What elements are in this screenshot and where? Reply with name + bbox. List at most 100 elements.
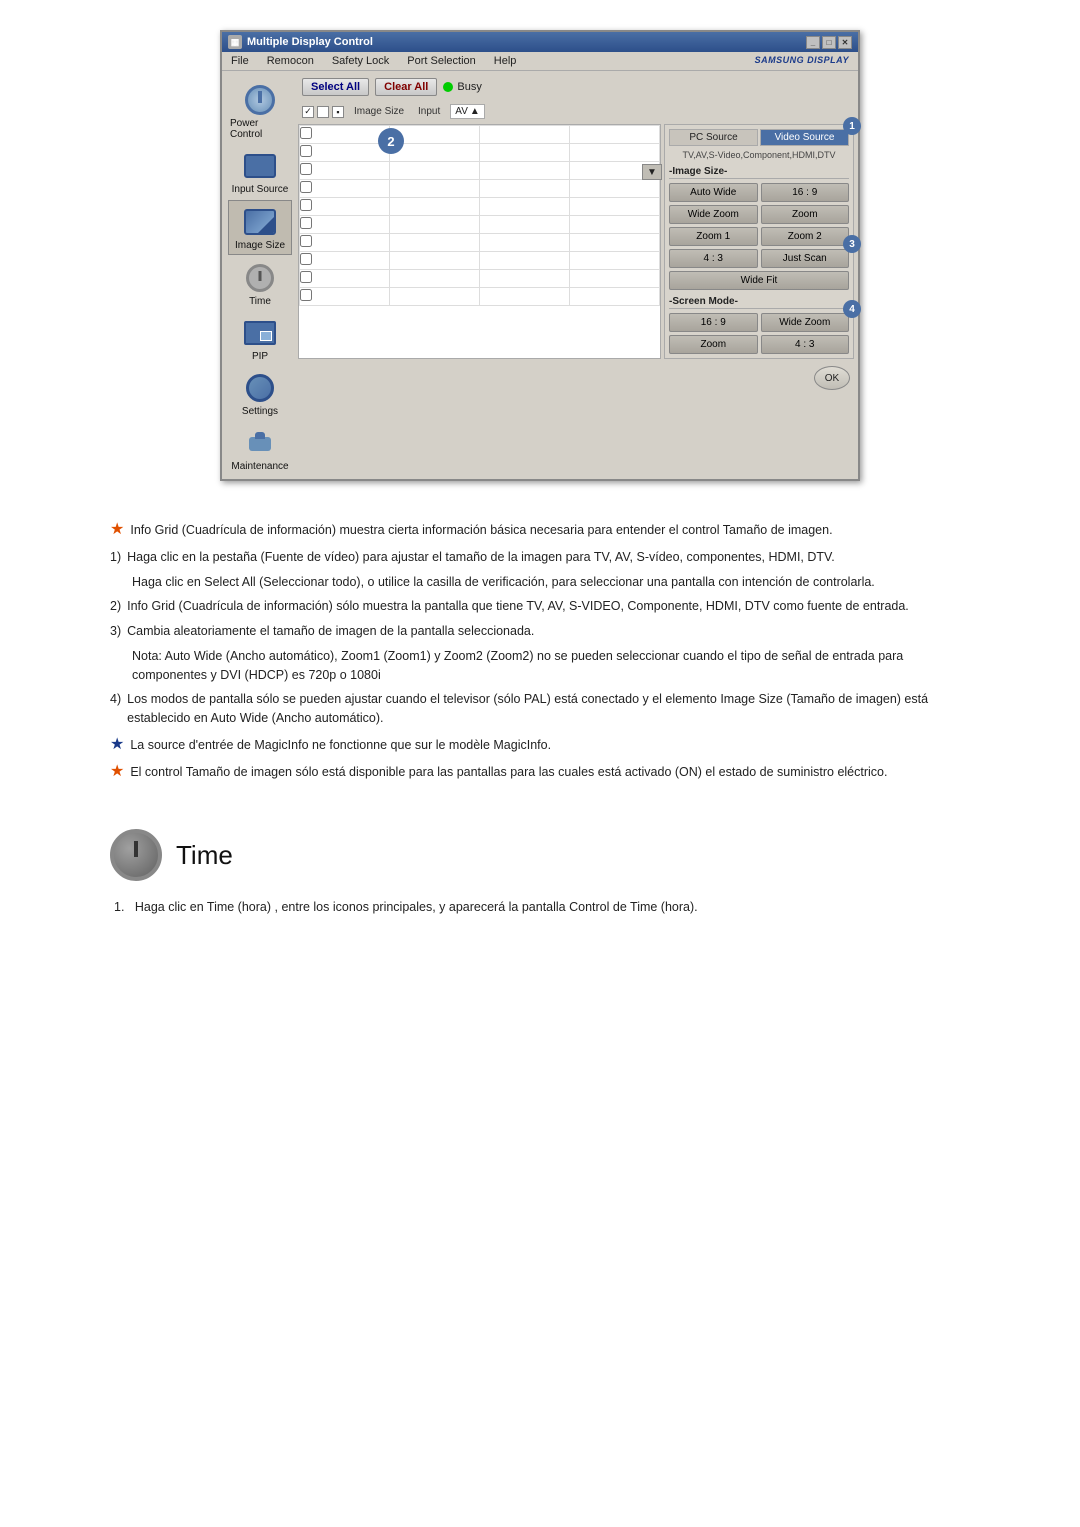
wide-zoom-button[interactable]: Wide Zoom: [669, 205, 758, 224]
row-checkbox[interactable]: [300, 234, 390, 252]
close-button[interactable]: ✕: [838, 36, 852, 49]
sidebar-item-power-control[interactable]: Power Control: [228, 79, 292, 143]
ok-button[interactable]: OK: [814, 366, 850, 390]
item-3-text: Cambia aleatoriamente el tamaño de image…: [127, 622, 534, 641]
row-cell: [390, 180, 480, 198]
row-checkbox[interactable]: [300, 180, 390, 198]
dropdown-arrow-icon: ▲: [470, 106, 480, 117]
zoom-button[interactable]: Zoom: [761, 205, 850, 224]
sm-4-3-button[interactable]: 4 : 3: [761, 335, 850, 354]
item-1-num: 1): [110, 548, 121, 567]
sidebar-label-pip: PIP: [252, 351, 268, 362]
checkbox-col1[interactable]: ✓: [302, 106, 314, 118]
row-cell: [390, 198, 480, 216]
menu-file[interactable]: File: [228, 54, 252, 68]
image-size-section-title: -Image Size-: [669, 166, 849, 179]
screen-mode-buttons-grid: 16 : 9 Wide Zoom Zoom 4 : 3: [669, 313, 849, 354]
row-checkbox[interactable]: [300, 162, 390, 180]
time-note-1-num: 1.: [114, 900, 124, 914]
table-row: [300, 216, 660, 234]
row-checkbox[interactable]: [300, 288, 390, 306]
row-cell: [390, 252, 480, 270]
star-note-2-text: La source d'entrée de MagicInfo ne fonct…: [130, 736, 551, 755]
col-av-value: AV: [455, 106, 468, 117]
minimize-button[interactable]: _: [806, 36, 820, 49]
row-cell: [570, 270, 660, 288]
auto-wide-button[interactable]: Auto Wide: [669, 183, 758, 202]
sidebar-label-maintenance: Maintenance: [231, 461, 288, 472]
star-note-1: ★ Info Grid (Cuadrícula de información) …: [110, 521, 970, 540]
zoom2-button[interactable]: Zoom 2: [761, 227, 850, 246]
busy-label: Busy: [457, 81, 481, 93]
maintenance-icon: [245, 432, 275, 454]
sm-wide-zoom-button[interactable]: Wide Zoom: [761, 313, 850, 332]
just-scan-button[interactable]: Just Scan: [761, 249, 850, 268]
time-large-icon: [110, 829, 162, 881]
row-checkbox[interactable]: [300, 198, 390, 216]
row-checkbox[interactable]: [300, 126, 390, 144]
grid-table-element: [299, 125, 660, 306]
sm-16-9-button[interactable]: 16 : 9: [669, 313, 758, 332]
table-row: [300, 198, 660, 216]
source-subtitle: TV,AV,S-Video,Component,HDMI,DTV: [669, 150, 849, 160]
samsung-logo: SAMSUNG DISPLAY: [752, 54, 852, 68]
col-av-dropdown[interactable]: AV ▲: [450, 104, 485, 119]
toolbar: Select All Clear All Busy: [298, 75, 854, 99]
row-cell: [390, 234, 480, 252]
zoom1-button[interactable]: Zoom 1: [669, 227, 758, 246]
pc-source-tab[interactable]: PC Source: [669, 129, 758, 146]
select-all-button[interactable]: Select All: [302, 78, 369, 96]
menu-help[interactable]: Help: [491, 54, 520, 68]
sidebar-item-pip[interactable]: PIP: [228, 312, 292, 365]
maximize-button[interactable]: □: [822, 36, 836, 49]
row-cell: [390, 288, 480, 306]
sidebar-item-settings[interactable]: Settings: [228, 367, 292, 420]
sidebar-item-input-source[interactable]: Input Source: [228, 145, 292, 198]
row-cell: [480, 234, 570, 252]
star-note-2: ★ La source d'entrée de MagicInfo ne fon…: [110, 736, 970, 755]
table-row: [300, 162, 660, 180]
badge-2: 2: [378, 128, 404, 154]
sm-zoom-button[interactable]: Zoom: [669, 335, 758, 354]
numbered-item-2: 2) Info Grid (Cuadrícula de información)…: [110, 597, 970, 616]
item-4-num: 4): [110, 690, 121, 709]
row-checkbox[interactable]: [300, 252, 390, 270]
menu-safety-lock[interactable]: Safety Lock: [329, 54, 392, 68]
sidebar-label-input: Input Source: [232, 184, 289, 195]
app-window: ▦ Multiple Display Control _ □ ✕ File Re…: [220, 30, 860, 481]
sidebar-item-time[interactable]: Time: [228, 257, 292, 310]
row-cell: [570, 252, 660, 270]
ratio-16-9-button[interactable]: 16 : 9: [761, 183, 850, 202]
clear-all-button[interactable]: Clear All: [375, 78, 437, 96]
badge-2-label: 2: [387, 134, 394, 149]
checkbox-col2[interactable]: [317, 106, 329, 118]
table-row: [300, 126, 660, 144]
row-checkbox[interactable]: [300, 216, 390, 234]
wide-fit-button[interactable]: Wide Fit: [669, 271, 849, 290]
row-checkbox[interactable]: [300, 144, 390, 162]
time-icon: [246, 264, 274, 292]
sidebar-item-maintenance[interactable]: Maintenance: [228, 422, 292, 475]
row-cell: [570, 234, 660, 252]
table-row: [300, 234, 660, 252]
time-section: Time 1. Haga clic en Time (hora) , entre…: [90, 819, 990, 927]
menu-remocon[interactable]: Remocon: [264, 54, 317, 68]
time-note-1: 1. Haga clic en Time (hora) , entre los …: [110, 897, 970, 917]
row-checkbox[interactable]: [300, 270, 390, 288]
power-icon: [245, 85, 275, 115]
row-cell: [390, 216, 480, 234]
scroll-area: ▼: [642, 164, 662, 180]
menu-port-selection[interactable]: Port Selection: [404, 54, 478, 68]
time-title: Time: [176, 840, 233, 871]
numbered-list: 1) Haga clic en la pestaña (Fuente de ví…: [110, 548, 970, 728]
bottom-bar: OK: [298, 362, 854, 394]
scroll-down-button[interactable]: ▼: [642, 164, 662, 180]
ratio-4-3-button[interactable]: 4 : 3: [669, 249, 758, 268]
item-2-text: Info Grid (Cuadrícula de información) só…: [127, 597, 909, 616]
item-3-num: 3): [110, 622, 121, 641]
star-note-3: ★ El control Tamaño de imagen sólo está …: [110, 763, 970, 782]
checkbox-col3[interactable]: ▪: [332, 106, 344, 118]
table-row: [300, 144, 660, 162]
video-source-tab[interactable]: Video Source: [760, 129, 849, 146]
sidebar-item-image-size[interactable]: Image Size: [228, 200, 292, 255]
